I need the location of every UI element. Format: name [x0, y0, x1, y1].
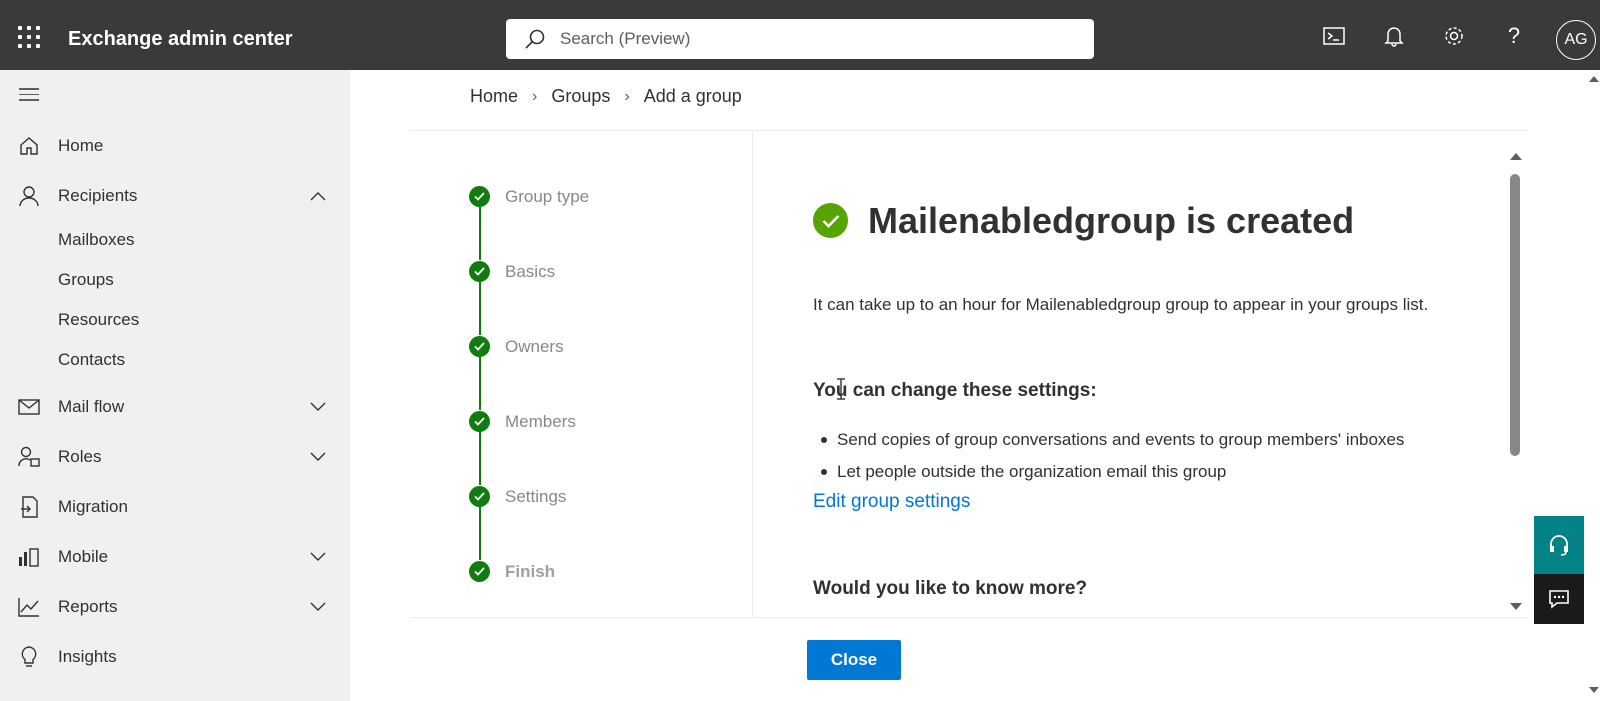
wizard-step-label: Settings: [505, 486, 567, 506]
page-scroll-up-arrow[interactable]: [1589, 76, 1599, 82]
step-connector: [479, 282, 481, 335]
wizard-step-finish[interactable]: Finish: [469, 561, 555, 582]
wizard-step-settings[interactable]: Settings: [469, 486, 566, 507]
bell-icon[interactable]: [1380, 22, 1408, 50]
edit-group-settings-link[interactable]: Edit group settings: [813, 491, 970, 513]
wizard-step-label: Members: [505, 411, 576, 431]
chevron-down-icon[interactable]: [310, 452, 326, 462]
checkmark-icon: [469, 561, 490, 582]
checkmark-icon: [469, 411, 490, 432]
list-item: Let people outside the organization emai…: [813, 456, 1404, 488]
wizard-step-group-type[interactable]: Group type: [469, 186, 589, 207]
breadcrumb: Home › Groups › Add a group: [470, 86, 742, 107]
migration-icon: [18, 496, 40, 518]
search-input[interactable]: [558, 25, 1078, 53]
chevron-down-icon[interactable]: [310, 602, 326, 612]
page-title: Mailenabledgroup is created: [868, 200, 1355, 241]
scroll-up-arrow[interactable]: [1510, 153, 1522, 160]
settings-heading: You can change these settings:: [813, 380, 1097, 401]
wizard-step-basics[interactable]: Basics: [469, 261, 555, 282]
nav-item-label: Recipients: [58, 186, 138, 205]
step-connector: [479, 507, 481, 560]
reports-icon: [18, 596, 40, 618]
divider: [410, 617, 1528, 618]
checkmark-icon: [469, 336, 490, 357]
chevron-down-icon[interactable]: [310, 552, 326, 562]
wizard-step-label: Group type: [505, 186, 590, 206]
checkmark-icon: [469, 186, 490, 207]
step-connector: [479, 432, 481, 485]
nav-item-migration[interactable]: Migration: [0, 487, 350, 527]
help-icon[interactable]: ?: [1500, 22, 1528, 50]
breadcrumb-groups[interactable]: Groups: [551, 86, 610, 107]
nav-item-home[interactable]: Home: [0, 126, 350, 166]
person-icon: [18, 185, 40, 207]
page-scroll-down-arrow[interactable]: [1589, 687, 1599, 693]
divider: [752, 131, 753, 617]
hamburger-icon[interactable]: [19, 88, 39, 105]
nav-item-label: Home: [58, 136, 104, 155]
help-support-button[interactable]: [1534, 516, 1584, 574]
nav-item-label: Mobile: [58, 547, 109, 566]
checkmark-icon: [469, 486, 490, 507]
roles-icon: [18, 446, 40, 468]
step-connector: [479, 357, 481, 410]
nav-item-reports[interactable]: Reports: [0, 587, 350, 627]
nav-item-label: Migration: [58, 497, 128, 516]
chevron-down-icon[interactable]: [310, 402, 326, 412]
nav-item-mobile[interactable]: Mobile: [0, 537, 350, 577]
more-heading: Would you like to know more?: [813, 578, 1088, 599]
scrollbar-thumb[interactable]: [1510, 174, 1520, 456]
chevron-right-icon: ›: [532, 87, 538, 105]
step-connector: [479, 207, 481, 260]
home-icon: [18, 135, 40, 157]
wizard-step-label: Owners: [505, 336, 564, 356]
avatar[interactable]: AG: [1556, 20, 1596, 60]
app-title[interactable]: Exchange admin center: [68, 28, 293, 51]
settings-list: Send copies of group conversations and e…: [813, 424, 1404, 488]
feedback-button[interactable]: [1534, 574, 1584, 624]
nav-subitem-mailboxes[interactable]: Mailboxes: [58, 230, 135, 250]
lightbulb-icon: [18, 646, 40, 668]
top-bar: Exchange admin center ? AG: [0, 0, 1600, 70]
divider: [410, 130, 1528, 131]
nav-item-label: Roles: [58, 447, 102, 466]
checkmark-icon: [469, 261, 490, 282]
scroll-down-arrow[interactable]: [1510, 603, 1522, 610]
left-nav: Home Recipients Mailboxes Groups Resourc…: [0, 70, 350, 701]
headset-icon: [1550, 535, 1568, 556]
search-icon: [525, 29, 545, 49]
breadcrumb-home[interactable]: Home: [470, 86, 518, 107]
wizard-step-label: Basics: [505, 261, 556, 281]
nav-item-label: Insights: [58, 647, 117, 666]
close-button[interactable]: Close: [807, 640, 901, 680]
nav-subitem-groups[interactable]: Groups: [58, 270, 114, 290]
text-cursor-icon: [837, 378, 845, 400]
nav-item-mail-flow[interactable]: Mail flow: [0, 387, 350, 427]
list-item: Send copies of group conversations and e…: [813, 424, 1404, 456]
nav-item-label: Reports: [58, 597, 118, 616]
nav-subitem-resources[interactable]: Resources: [58, 310, 139, 330]
breadcrumb-current: Add a group: [643, 86, 742, 106]
mobile-icon: [18, 546, 40, 568]
search-box[interactable]: [506, 19, 1094, 59]
gear-icon[interactable]: [1440, 22, 1468, 50]
terminal-icon[interactable]: [1320, 22, 1348, 50]
wizard-step-owners[interactable]: Owners: [469, 336, 564, 357]
nav-item-insights[interactable]: Insights: [0, 637, 350, 677]
mail-icon: [18, 396, 40, 418]
chevron-right-icon: ›: [624, 87, 630, 105]
nav-item-label: Mail flow: [58, 397, 125, 416]
nav-subitem-contacts[interactable]: Contacts: [58, 350, 125, 370]
success-check-icon: [813, 203, 848, 238]
nav-item-roles[interactable]: Roles: [0, 437, 350, 477]
chat-icon: [1549, 590, 1569, 609]
chevron-up-icon[interactable]: [310, 191, 326, 201]
app-launcher-icon[interactable]: [18, 26, 40, 48]
wizard-step-label: Finish: [505, 561, 556, 581]
info-text: It can take up to an hour for Mailenable…: [813, 295, 1429, 314]
nav-item-recipients[interactable]: Recipients: [0, 176, 350, 216]
wizard-step-members[interactable]: Members: [469, 411, 576, 432]
